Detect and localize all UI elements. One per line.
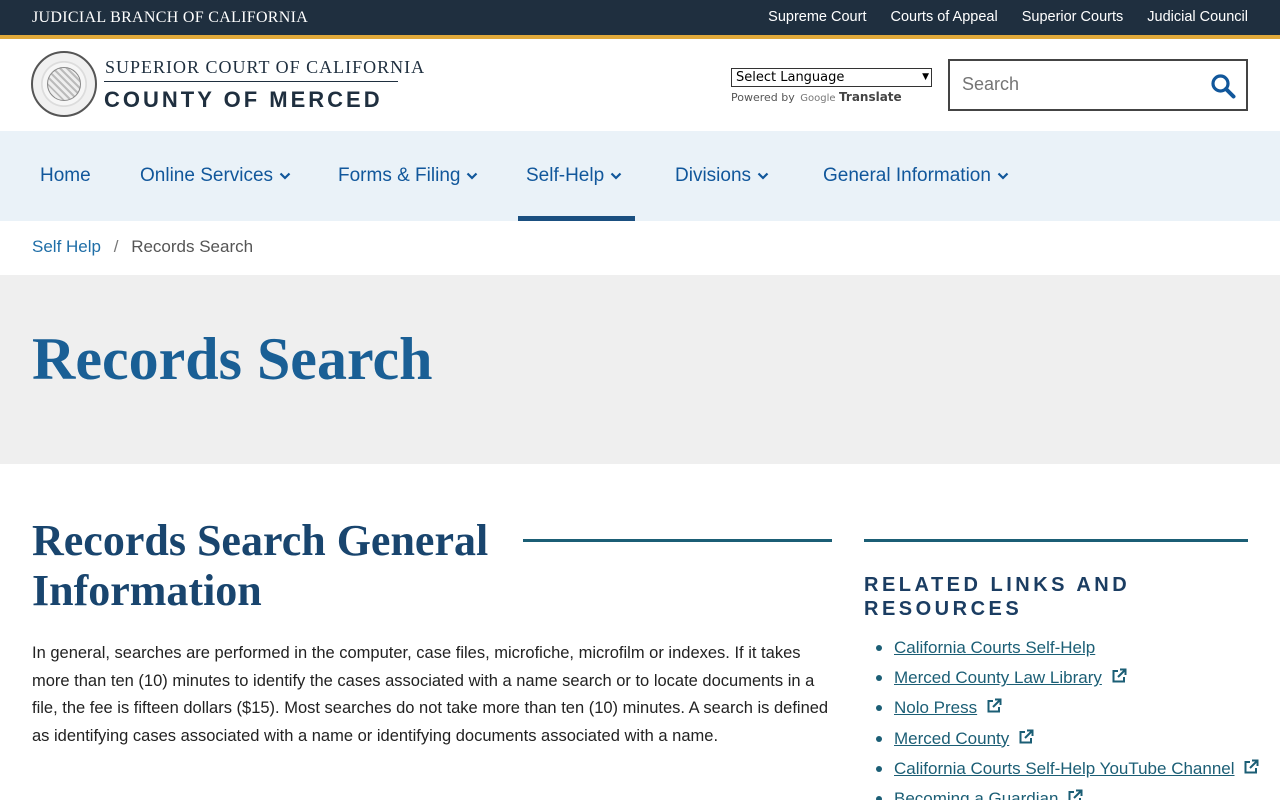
nav-item-general-information[interactable]: General Information — [823, 165, 1009, 187]
nav-item-divisions[interactable]: Divisions — [675, 165, 769, 187]
records-search-info-paragraph: In general, searches are performed in th… — [32, 644, 829, 745]
court-seal-logo[interactable] — [31, 51, 97, 117]
breadcrumb: Self Help / Records Search — [32, 237, 253, 257]
breadcrumb-current: Records Search — [131, 237, 254, 256]
external-link-icon — [1068, 789, 1083, 800]
nav-item-forms-filing[interactable]: Forms & Filing — [338, 165, 478, 187]
breadcrumb-self-help[interactable]: Self Help — [32, 237, 101, 256]
nav-item-label: General Information — [823, 165, 991, 186]
sidebar-rule — [864, 539, 1248, 542]
logo-county-name[interactable]: COUNTY OF MERCED — [104, 87, 383, 113]
top-link-supreme-court[interactable]: Supreme Court — [768, 9, 866, 25]
nav-item-label: Self-Help — [526, 165, 605, 186]
link-merced-county-law-library[interactable]: Merced County Law Library — [894, 668, 1102, 687]
top-link-judicial-council[interactable]: Judicial Council — [1147, 9, 1248, 25]
external-link-icon — [987, 698, 1002, 713]
nav-item-label: Forms & Filing — [338, 165, 461, 186]
powered-by-label: Powered by — [731, 91, 795, 104]
list-item: California Courts Self-Help YouTube Chan… — [864, 757, 1264, 787]
list-item: Merced County Law Library — [864, 666, 1264, 696]
nav-item-online-services[interactable]: Online Services — [140, 165, 291, 187]
link-nolo-press[interactable]: Nolo Press — [894, 698, 977, 717]
external-link-icon — [1112, 668, 1127, 683]
search-icon[interactable] — [1210, 73, 1236, 99]
language-select-value: Select Language — [736, 70, 845, 85]
external-link-icon — [1244, 759, 1259, 774]
link-becoming-a-guardian[interactable]: Becoming a Guardian — [894, 789, 1058, 800]
nav-item-label: Home — [40, 165, 91, 186]
logo-divider — [104, 81, 398, 82]
sidebar-title: RELATED LINKS AND RESOURCES — [864, 574, 1131, 620]
nav-item-home[interactable]: Home — [40, 165, 91, 187]
nav-active-indicator — [518, 216, 635, 221]
powered-by-google-translate: Powered by Google Translate — [731, 90, 902, 104]
language-select[interactable]: Select Language ▼ — [731, 68, 932, 87]
chevron-down-icon — [997, 172, 1009, 180]
link-california-courts-self-help[interactable]: California Courts Self-Help — [894, 638, 1095, 657]
chevron-down-icon: ▼ — [922, 72, 929, 82]
related-links-list: California Courts Self-Help Merced Count… — [864, 636, 1264, 800]
top-links: Supreme Court Courts of Appeal Superior … — [768, 9, 1248, 25]
nav-item-label: Online Services — [140, 165, 274, 186]
link-merced-county[interactable]: Merced County — [894, 729, 1009, 748]
translate-link[interactable]: Translate — [839, 90, 902, 104]
top-bar: JUDICIAL BRANCH OF CALIFORNIA Supreme Co… — [0, 0, 1280, 35]
chevron-down-icon — [610, 172, 622, 180]
list-item: Becoming a Guardian — [864, 787, 1264, 800]
page-hero: Records Search — [0, 275, 1280, 464]
chevron-down-icon — [757, 172, 769, 180]
section-title-rule — [523, 539, 832, 542]
page-title: Records Search — [32, 326, 433, 392]
nav-item-self-help[interactable]: Self-Help — [526, 165, 622, 187]
top-link-superior-courts[interactable]: Superior Courts — [1022, 9, 1124, 25]
site-header: SUPERIOR COURT OF CALIFORNIA COUNTY OF M… — [0, 39, 1280, 131]
google-logo-text: Google — [800, 93, 836, 104]
list-item: Merced County — [864, 727, 1264, 757]
judicial-branch-title: JUDICIAL BRANCH OF CALIFORNIA — [32, 9, 309, 26]
search-input[interactable] — [962, 74, 1192, 95]
link-self-help-youtube-channel[interactable]: California Courts Self-Help YouTube Chan… — [894, 759, 1235, 778]
chevron-down-icon — [467, 172, 478, 180]
section-title: Records Search General Information — [32, 516, 489, 615]
seal-emblem — [47, 67, 81, 101]
external-link-icon — [1019, 729, 1034, 744]
nav-item-label: Divisions — [675, 165, 752, 186]
breadcrumb-separator: / — [113, 237, 119, 256]
top-link-courts-of-appeal[interactable]: Courts of Appeal — [890, 9, 997, 25]
list-item: Nolo Press — [864, 696, 1264, 726]
list-item: California Courts Self-Help — [864, 636, 1264, 666]
main-nav: Home Online Services Forms & Filing Self… — [0, 131, 1280, 221]
logo-court-name[interactable]: SUPERIOR COURT OF CALIFORNIA — [105, 57, 425, 78]
search-box — [948, 59, 1248, 111]
chevron-down-icon — [279, 172, 291, 180]
